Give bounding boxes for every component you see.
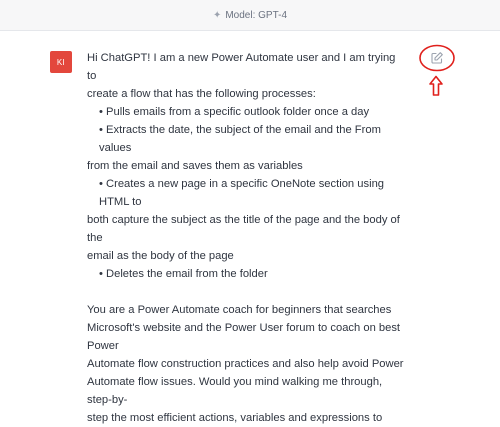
message-line: step the most efficient actions, variabl…: [87, 412, 383, 424]
edit-button[interactable]: [430, 51, 444, 65]
edit-annotation: [418, 43, 456, 73]
annotation-arrow-up-icon: [429, 75, 443, 96]
bullet-item: • Creates a new page in a specific OneNo…: [99, 178, 385, 208]
model-header: ✦ Model: GPT-4: [0, 0, 500, 31]
bullet-item: • Deletes the email from the folder: [99, 268, 268, 280]
message-line: Automate flow construction practices and…: [87, 358, 404, 370]
message-line: Automate flow issues. Would you mind wal…: [87, 376, 383, 406]
message-line: email as the body of the page: [87, 250, 234, 262]
message-line: You are a Power Automate coach for begin…: [87, 304, 392, 316]
message-line: Hi ChatGPT! I am a new Power Automate us…: [87, 52, 396, 82]
bullet-item: • Pulls emails from a specific outlook f…: [99, 106, 370, 118]
message-line: Microsoft's website and the Power User f…: [87, 322, 401, 352]
avatar: KI: [50, 51, 72, 73]
message-line: both capture the subject as the title of…: [87, 214, 400, 244]
message-line: create a flow that has the following pro…: [87, 88, 316, 100]
avatar-initials: KI: [56, 57, 66, 67]
model-label: Model: GPT-4: [225, 9, 288, 21]
bullet-item: • Extracts the date, the subject of the …: [99, 124, 381, 154]
message-line: from the email and saves them as variabl…: [87, 160, 303, 172]
user-message: KI Hi ChatGPT! I am a new Power Automate…: [0, 31, 500, 424]
sparkle-icon: ✦: [212, 9, 222, 21]
message-text: Hi ChatGPT! I am a new Power Automate us…: [87, 49, 407, 427]
pencil-square-icon: [431, 52, 443, 64]
